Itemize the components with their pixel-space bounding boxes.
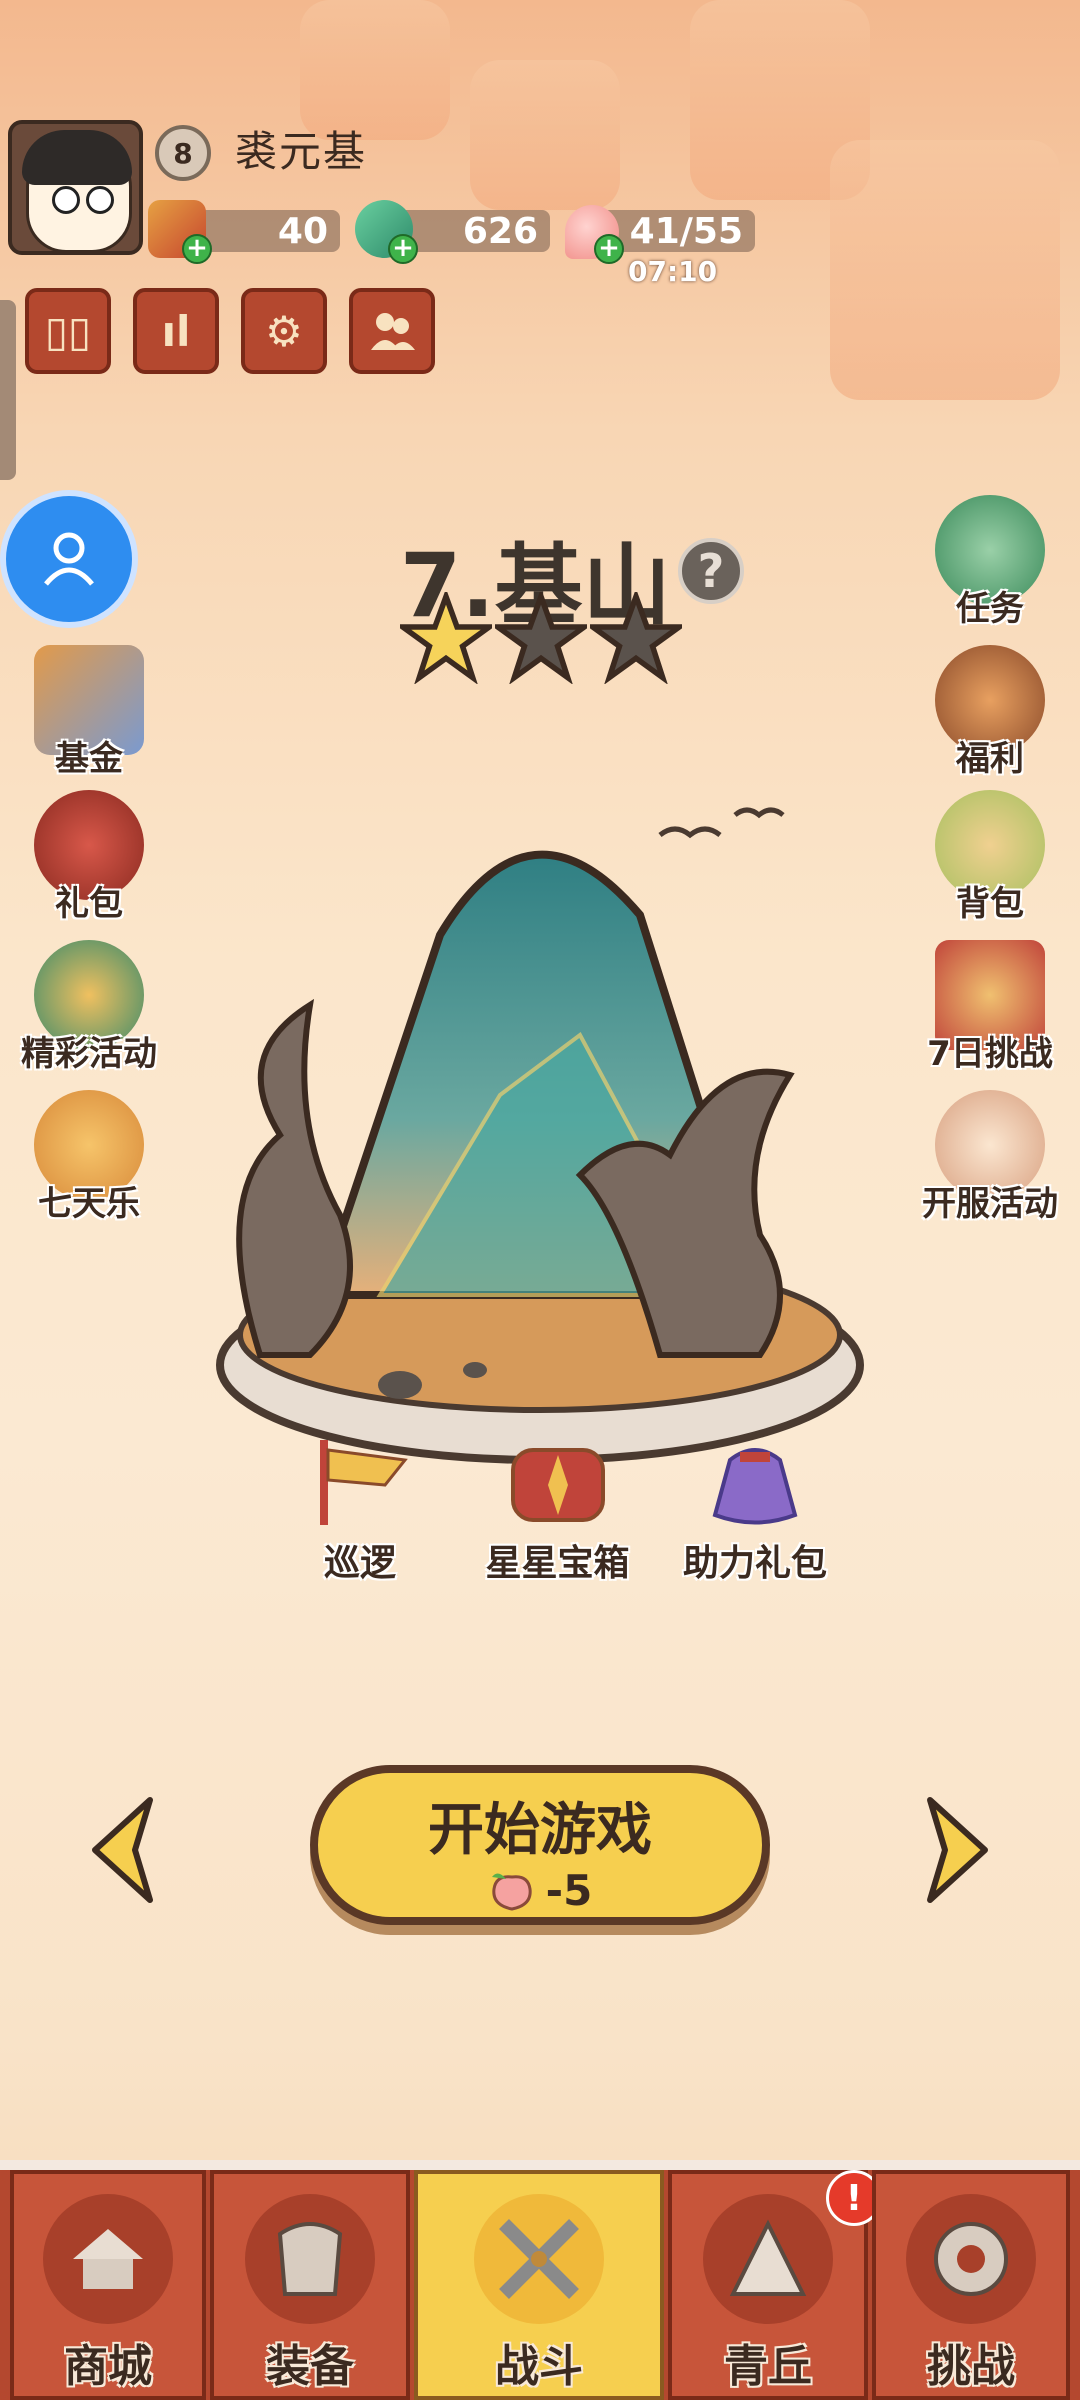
friends-icon xyxy=(371,313,415,350)
right-menu-server-open-event[interactable]: 开服活动 xyxy=(915,1090,1065,1225)
lantern-decoration xyxy=(470,60,620,210)
lantern-decoration xyxy=(830,140,1060,400)
start-game-cost: -5 xyxy=(318,1866,762,1915)
nav-tab-battle[interactable]: 战斗 xyxy=(414,2170,664,2400)
customer-service-button[interactable] xyxy=(0,490,138,628)
add-scroll-button[interactable]: + xyxy=(182,234,212,264)
challenge-icon xyxy=(906,2194,1036,2324)
next-stage-arrow-icon[interactable] xyxy=(920,1790,1000,1910)
qingqiu-icon xyxy=(703,2194,833,2324)
patrol-label: 巡逻 xyxy=(323,1543,396,1584)
avatar-hair xyxy=(22,130,132,185)
ranking-icon: ıl xyxy=(161,306,191,356)
player-name: 裘元基 xyxy=(235,127,368,176)
left-menu-fund[interactable]: 基金 xyxy=(14,645,164,780)
peach-icon xyxy=(491,1872,532,1911)
right-menu-label: 任务 xyxy=(956,589,1024,629)
left-menu-label: 基金 xyxy=(55,739,123,779)
avatar-eye xyxy=(86,186,114,214)
card-icon: ▯▯ xyxy=(44,306,92,356)
left-menu-label: 七天乐 xyxy=(38,1184,140,1224)
card-button[interactable]: ▯▯ xyxy=(25,288,111,374)
left-menu-seven-day[interactable]: 七天乐 xyxy=(14,1090,164,1225)
star-chest-button[interactable]: 星星宝箱 xyxy=(470,1430,645,1586)
nav-tab-label: 装备 xyxy=(266,2341,354,2392)
equipment-icon xyxy=(245,2194,375,2324)
nav-tab-label: 挑战 xyxy=(927,2341,1015,2392)
edge-drawer-handle[interactable] xyxy=(0,300,16,480)
help-button[interactable]: ? xyxy=(678,538,744,604)
user-icon xyxy=(44,532,94,586)
nav-tab-shop[interactable]: 商城 xyxy=(10,2170,206,2400)
shop-icon xyxy=(43,2194,173,2324)
stage-mountain-illustration[interactable] xyxy=(200,795,890,1535)
right-menu-label: 开服活动 xyxy=(922,1184,1058,1224)
add-jade-button[interactable]: + xyxy=(388,234,418,264)
ranking-button[interactable]: ıl xyxy=(133,288,219,374)
star-empty-icon xyxy=(495,592,587,684)
friends-button[interactable] xyxy=(349,288,435,374)
right-menu-welfare[interactable]: 福利 xyxy=(915,645,1065,780)
right-menu-backpack[interactable]: 背包 xyxy=(915,790,1065,925)
question-mark-icon: ? xyxy=(697,544,725,598)
left-menu-label: 礼包 xyxy=(55,884,123,924)
settings-gear-icon: ⚙ xyxy=(265,306,303,356)
left-menu-events[interactable]: 精彩活动 xyxy=(14,940,164,1075)
battle-swords-icon xyxy=(474,2194,604,2324)
nav-tab-label: 战斗 xyxy=(495,2341,583,2392)
left-menu-label: 精彩活动 xyxy=(21,1034,157,1074)
nav-tab-equipment[interactable]: 装备 xyxy=(210,2170,410,2400)
stamina-cost-value: -5 xyxy=(545,1866,593,1915)
star-chest-icon xyxy=(510,1448,605,1522)
support-gift-bag-label: 助力礼包 xyxy=(682,1543,827,1584)
player-avatar[interactable] xyxy=(8,120,143,255)
start-game-button[interactable]: 开始游戏 -5 xyxy=(310,1765,770,1925)
previous-stage-arrow-icon[interactable] xyxy=(80,1790,160,1910)
right-menu-label: 7日挑战 xyxy=(927,1034,1053,1074)
support-gift-bag-icon xyxy=(712,1448,798,1525)
right-menu-label: 福利 xyxy=(956,739,1024,779)
stamina-timer: 07:10 xyxy=(628,255,718,288)
nav-tab-label: 青丘 xyxy=(724,2341,812,2392)
avatar-eye xyxy=(52,186,80,214)
nav-tab-challenge[interactable]: 挑战 xyxy=(872,2170,1070,2400)
right-menu-seven-day-challenge[interactable]: 7日挑战 xyxy=(915,940,1065,1075)
patrol-button[interactable]: 巡逻 xyxy=(285,1430,435,1586)
star-chest-label: 星星宝箱 xyxy=(485,1543,630,1584)
left-menu-gift-pack[interactable]: 礼包 xyxy=(14,790,164,925)
start-game-label: 开始游戏 xyxy=(428,1798,652,1863)
right-menu-label: 背包 xyxy=(956,884,1024,924)
settings-button[interactable]: ⚙ xyxy=(241,288,327,374)
patrol-flag-icon xyxy=(320,1440,408,1525)
player-level-badge: 8 xyxy=(155,125,211,181)
right-menu-quest[interactable]: 任务 xyxy=(915,495,1065,630)
star-earned-icon xyxy=(400,592,492,684)
add-stamina-button[interactable]: + xyxy=(594,234,624,264)
nav-tab-label: 商城 xyxy=(64,2341,152,2392)
star-empty-icon xyxy=(590,592,682,684)
support-gift-bag-button[interactable]: 助力礼包 xyxy=(680,1430,830,1586)
